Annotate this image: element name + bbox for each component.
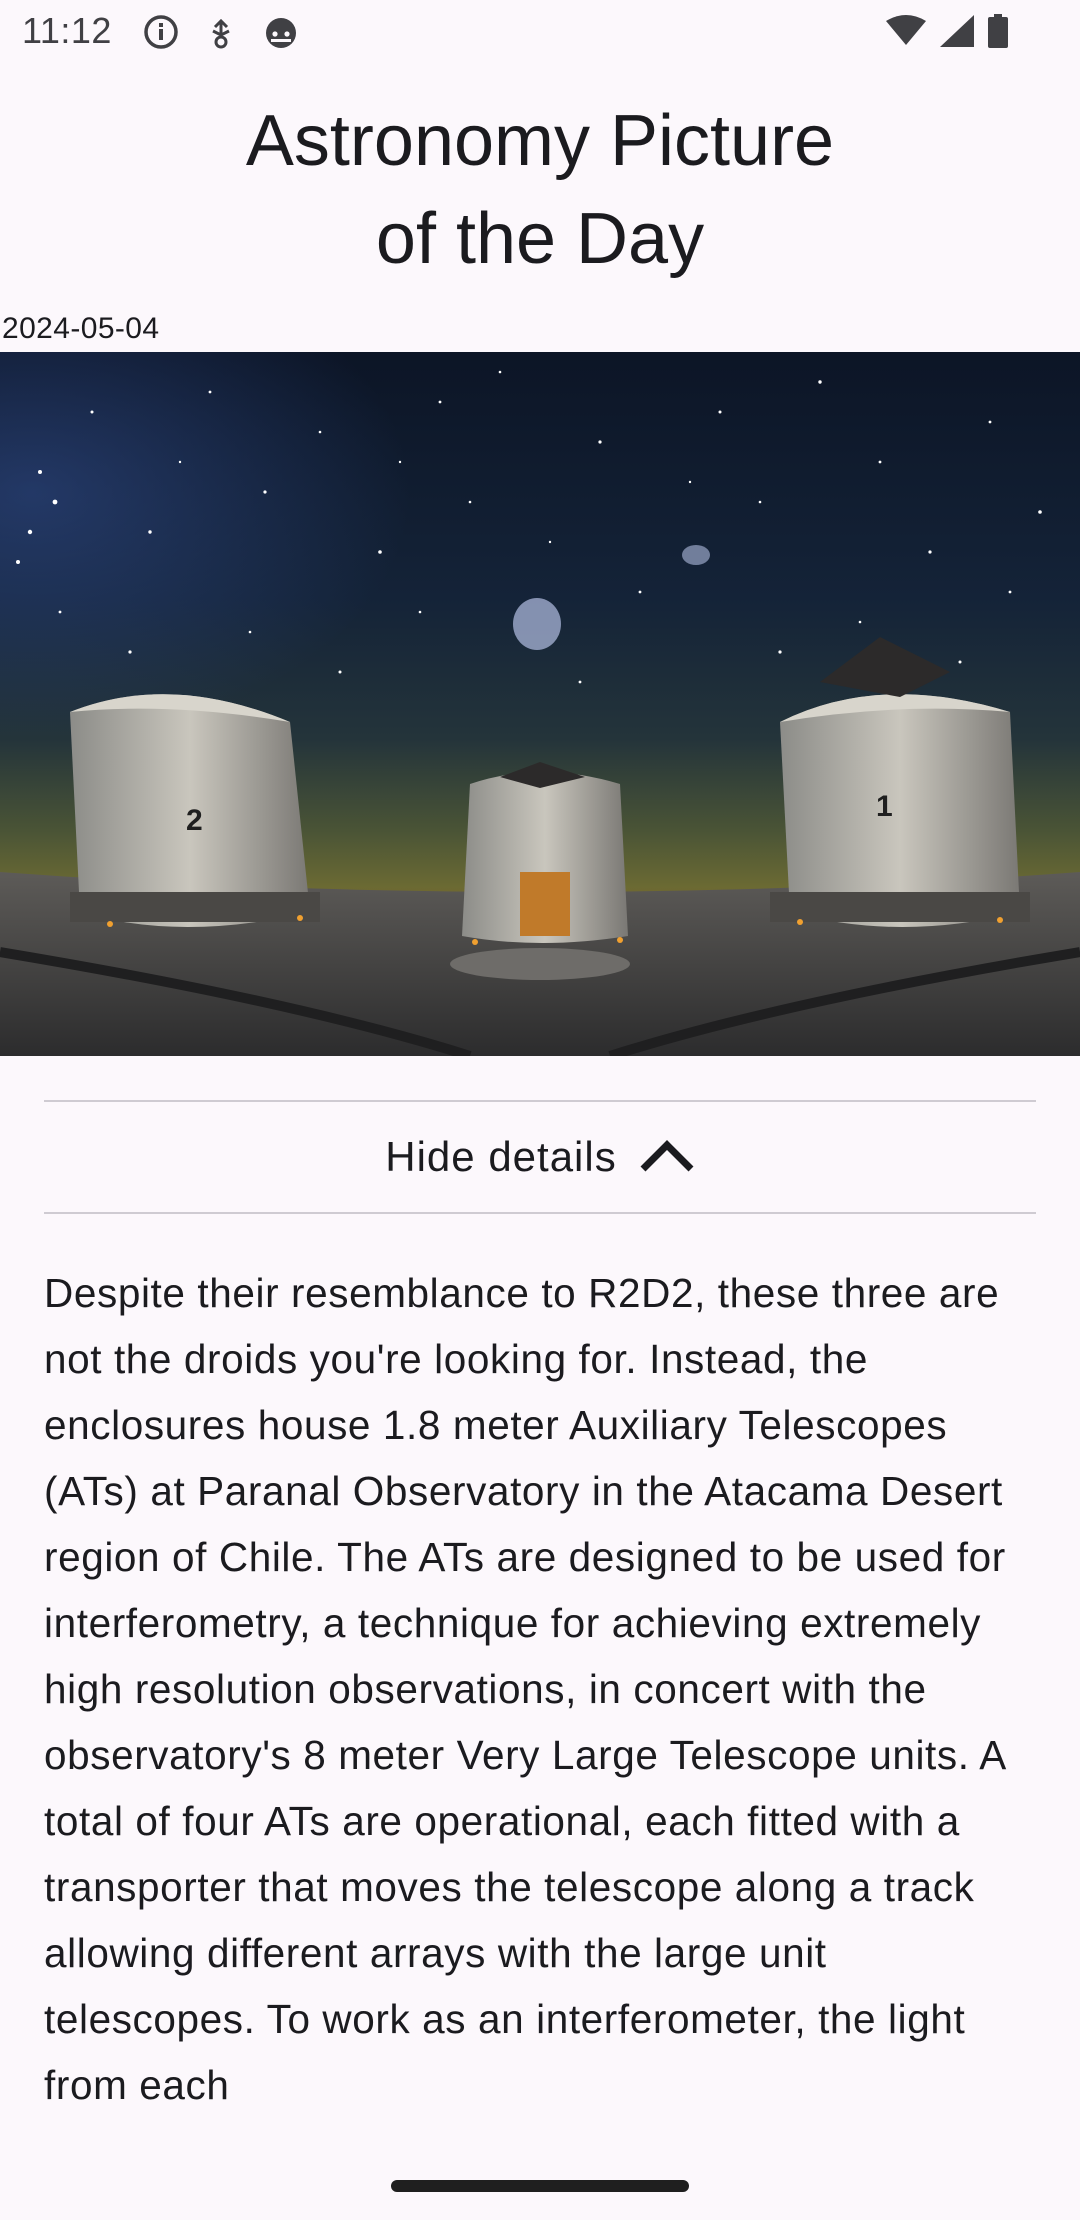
details-divider-bottom bbox=[44, 1212, 1036, 1214]
gesture-nav-handle[interactable] bbox=[391, 2180, 689, 2192]
usb-debug-icon bbox=[207, 15, 235, 54]
status-icons-right bbox=[886, 14, 1008, 53]
apod-image: 2 1 bbox=[0, 352, 1080, 1056]
chevron-up-icon bbox=[639, 1137, 695, 1178]
explanation-scroll-area[interactable]: Despite their resemblance to R2D2, these… bbox=[44, 1260, 1036, 2152]
enclosure-number-2: 2 bbox=[186, 804, 203, 837]
hide-details-label: Hide details bbox=[385, 1133, 617, 1180]
status-time: 11:12 bbox=[22, 10, 112, 51]
page-title: Astronomy Picture of the Day bbox=[0, 92, 1080, 288]
enclosure-number-1: 1 bbox=[876, 790, 893, 823]
apod-explanation: Despite their resemblance to R2D2, these… bbox=[44, 1270, 1006, 2108]
wifi-icon bbox=[886, 15, 926, 52]
status-icons-left bbox=[143, 14, 299, 55]
status-bar: 11:12 bbox=[0, 0, 1080, 64]
android-face-icon bbox=[263, 14, 299, 55]
cellular-signal-icon bbox=[940, 15, 974, 52]
battery-icon bbox=[988, 14, 1008, 53]
hide-details-button[interactable]: Hide details bbox=[44, 1102, 1036, 1212]
page-title-line1: Astronomy Picture bbox=[245, 101, 835, 181]
page-title-line2: of the Day bbox=[375, 199, 705, 279]
apod-date: 2024-05-04 bbox=[2, 312, 160, 345]
info-icon bbox=[143, 14, 179, 55]
